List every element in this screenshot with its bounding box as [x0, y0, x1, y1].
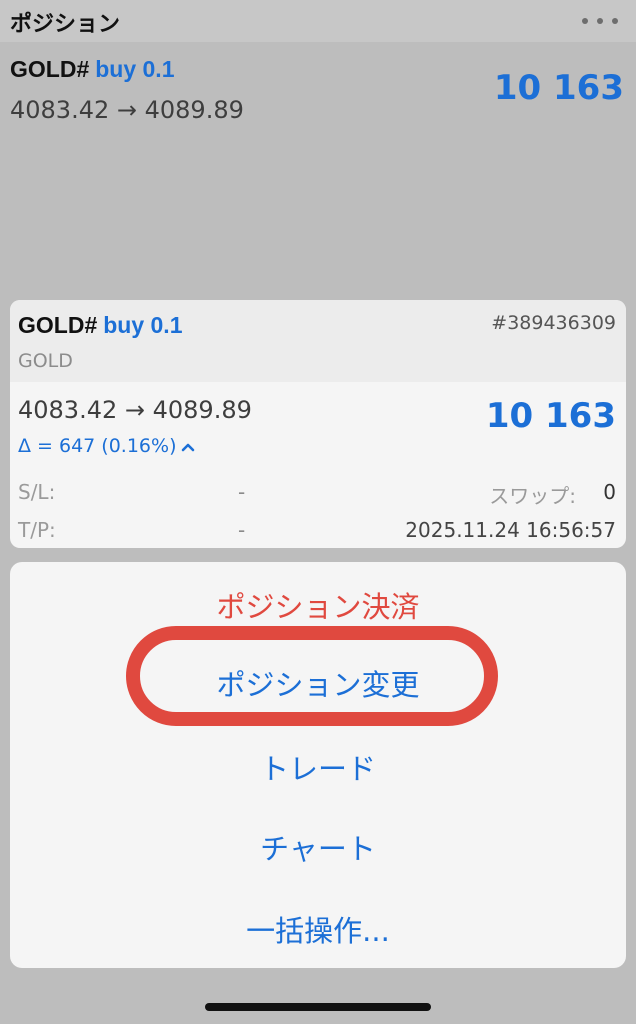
tp-value: - [238, 518, 246, 542]
symbol-description: GOLD [18, 350, 73, 372]
home-indicator [205, 1003, 431, 1011]
swap-label: スワップ: [489, 484, 576, 508]
symbol-name: GOLD# [18, 312, 98, 338]
modify-position-button[interactable]: ポジション変更 [10, 662, 626, 704]
open-time: 2025.11.24 16:56:57 [405, 518, 616, 542]
position-profit: 10 163 [493, 68, 624, 108]
card-symbol: GOLD# buy 0.1 [18, 312, 183, 339]
page-title: ポジション [10, 12, 121, 37]
trade-button[interactable]: トレード [10, 746, 626, 788]
chevron-up-icon [181, 440, 195, 456]
position-direction: buy 0.1 [95, 56, 175, 82]
position-symbol: GOLD# buy 0.1 [10, 56, 175, 83]
card-profit: 10 163 [485, 396, 616, 436]
card-direction: buy 0.1 [103, 312, 183, 338]
sl-value: - [238, 480, 246, 504]
position-prices: 4083.42 → 4089.89 [10, 96, 244, 124]
card-header: GOLD# buy 0.1 #389436309 GOLD [10, 300, 626, 382]
action-sheet: ポジション決済 ポジション変更 トレード チャート 一括操作... [10, 562, 626, 968]
position-detail-card: GOLD# buy 0.1 #389436309 GOLD 4083.42 → 4… [10, 300, 626, 548]
sl-label: S/L: [18, 480, 56, 504]
chart-button[interactable]: チャート [10, 826, 626, 868]
card-prices: 4083.42 → 4089.89 [18, 396, 252, 424]
ticket-number: #389436309 [491, 312, 616, 334]
delta-text: Δ = 647 (0.16%) [18, 435, 177, 457]
bulk-operations-button[interactable]: 一括操作... [10, 908, 626, 950]
swap-value: 0 [603, 480, 616, 504]
tp-label: T/P: [18, 518, 56, 542]
more-horizontal-icon[interactable] [582, 18, 618, 26]
top-bar: ポジション [0, 0, 636, 42]
close-position-button[interactable]: ポジション決済 [10, 584, 626, 626]
price-delta: Δ = 647 (0.16%) [18, 435, 195, 457]
symbol-name: GOLD# [10, 56, 90, 82]
